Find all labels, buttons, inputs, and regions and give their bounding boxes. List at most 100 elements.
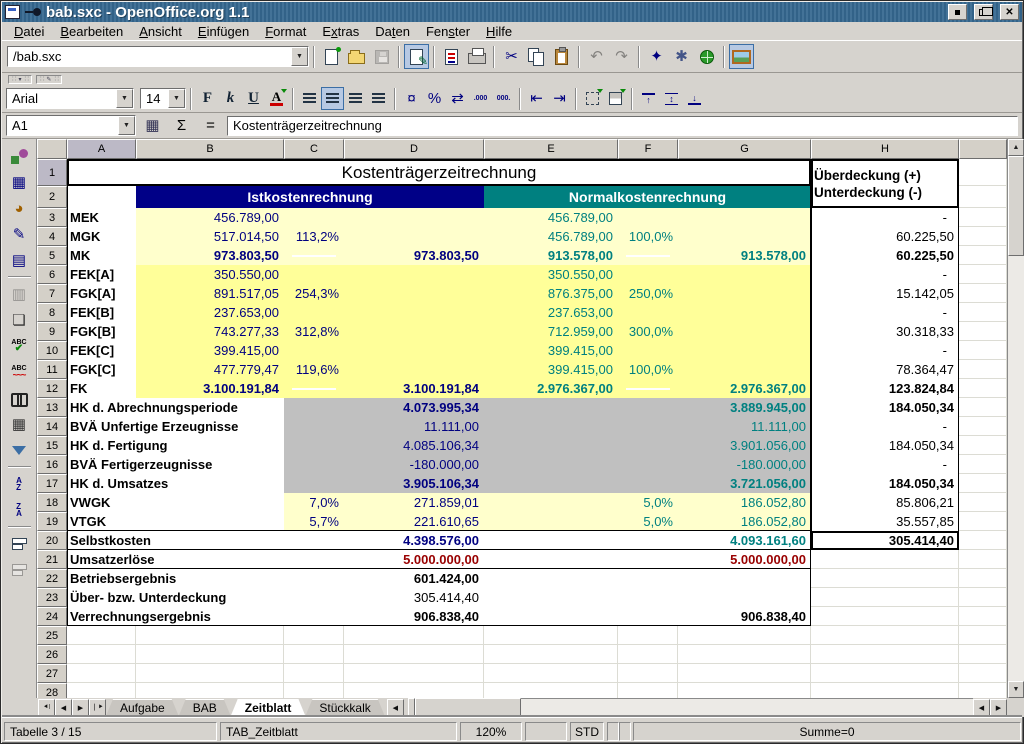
function-wizard-button[interactable]: ▦ bbox=[140, 113, 165, 138]
cell-G8[interactable] bbox=[678, 303, 811, 322]
next-sheet-button[interactable]: ▶ bbox=[72, 699, 89, 716]
cell-I26[interactable] bbox=[959, 645, 1007, 664]
font-color-button-button[interactable]: A bbox=[265, 87, 288, 110]
cell-D23[interactable]: 305.414,40 bbox=[344, 588, 484, 607]
cell-I28[interactable] bbox=[959, 683, 1007, 698]
cell-A12[interactable]: FK bbox=[67, 379, 136, 398]
cell-F28[interactable] bbox=[618, 683, 678, 698]
cell-C19[interactable]: 5,7% bbox=[284, 512, 344, 531]
cell-G12[interactable]: 2.976.367,00 bbox=[678, 379, 811, 398]
cell-D15[interactable]: 4.085.106,34 bbox=[344, 436, 484, 455]
cell-I15[interactable] bbox=[959, 436, 1007, 455]
cell-D7[interactable] bbox=[344, 284, 484, 303]
cell-D17[interactable]: 3.905.106,34 bbox=[344, 474, 484, 493]
row-header-3[interactable]: 3 bbox=[37, 208, 67, 227]
cell-I16[interactable] bbox=[959, 455, 1007, 474]
cell-H11[interactable]: 78.364,47 bbox=[811, 360, 959, 379]
cell-D14[interactable]: 11.111,00 bbox=[344, 417, 484, 436]
cell-D24[interactable]: 906.838,40 bbox=[344, 607, 484, 626]
row-header-18[interactable]: 18 bbox=[37, 493, 67, 512]
column-header-G[interactable]: G bbox=[678, 139, 811, 159]
chevron-down-icon[interactable]: ▼ bbox=[116, 89, 133, 108]
navigator-button[interactable]: ✦ bbox=[644, 44, 669, 69]
insert-chart-button[interactable]: ◕ bbox=[6, 195, 33, 221]
cell-G4[interactable] bbox=[678, 227, 811, 246]
column-header-C[interactable]: C bbox=[284, 139, 344, 159]
cell-D26[interactable] bbox=[344, 645, 484, 664]
menu-item-ansicht[interactable]: Ansicht bbox=[131, 22, 190, 41]
cell-C23[interactable] bbox=[284, 588, 344, 607]
row-header-20[interactable]: 20 bbox=[37, 531, 67, 550]
cell-F3[interactable] bbox=[618, 208, 678, 227]
cell-D25[interactable] bbox=[344, 626, 484, 645]
menu-item-format[interactable]: Format bbox=[257, 22, 314, 41]
cell-A25[interactable] bbox=[67, 626, 136, 645]
cell-I3[interactable] bbox=[959, 208, 1007, 227]
cell-E12[interactable]: 2.976.367,00 bbox=[484, 379, 618, 398]
cell-H1[interactable]: Überdeckung (+)Unterdeckung (-) bbox=[811, 159, 959, 208]
cell-reference-value[interactable]: A1 bbox=[7, 118, 118, 133]
cell-A20[interactable]: Selbstkosten bbox=[67, 531, 284, 550]
cell-D6[interactable] bbox=[344, 265, 484, 284]
cell-A9[interactable]: FGK[B] bbox=[67, 322, 136, 341]
cell-D8[interactable] bbox=[344, 303, 484, 322]
cell-H26[interactable] bbox=[811, 645, 959, 664]
row-header-17[interactable]: 17 bbox=[37, 474, 67, 493]
cell-F12[interactable] bbox=[618, 379, 678, 398]
cell-H27[interactable] bbox=[811, 664, 959, 683]
cell-I21[interactable] bbox=[959, 550, 1007, 569]
cell-A3[interactable]: MEK bbox=[67, 208, 136, 227]
cell-B12[interactable]: 3.100.191,84 bbox=[136, 379, 284, 398]
restore-button[interactable] bbox=[974, 4, 993, 20]
cell-F10[interactable] bbox=[618, 341, 678, 360]
cell-H7[interactable]: 15.142,05 bbox=[811, 284, 959, 303]
cell-A1[interactable]: Kostenträgerzeitrechnung bbox=[67, 159, 811, 186]
edit-file-button[interactable]: ✎ bbox=[404, 44, 429, 69]
row-header-15[interactable]: 15 bbox=[37, 436, 67, 455]
sort-descending-button[interactable]: Z A bbox=[6, 497, 33, 523]
row-header-22[interactable]: 22 bbox=[37, 569, 67, 588]
cell-D9[interactable] bbox=[344, 322, 484, 341]
draw-functions-button[interactable]: ✎ bbox=[6, 221, 33, 247]
column-header-F[interactable]: F bbox=[618, 139, 678, 159]
cell-A10[interactable]: FEK[C] bbox=[67, 341, 136, 360]
font-name-value[interactable]: Arial bbox=[7, 91, 116, 106]
row-header-10[interactable]: 10 bbox=[37, 341, 67, 360]
cell-H16[interactable]: - bbox=[811, 455, 959, 474]
delete-decimal-button-button[interactable]: 000. bbox=[492, 87, 515, 110]
autospellcheck-button[interactable]: ABC~~~ bbox=[6, 359, 33, 385]
url-combo-value[interactable]: /bab.sxc bbox=[8, 49, 291, 64]
spellcheck-button[interactable]: ABC✔ bbox=[6, 333, 33, 359]
cell-F21[interactable] bbox=[618, 550, 678, 569]
cell-F20[interactable] bbox=[618, 531, 678, 550]
cell-H5[interactable]: 60.225,50 bbox=[811, 246, 959, 265]
close-button[interactable]: ✕ bbox=[1000, 4, 1019, 20]
cell-E11[interactable]: 399.415,00 bbox=[484, 360, 618, 379]
row-header-6[interactable]: 6 bbox=[37, 265, 67, 284]
cell-F8[interactable] bbox=[618, 303, 678, 322]
cell-C4[interactable]: 113,2% bbox=[284, 227, 344, 246]
cell-B10[interactable]: 399.415,00 bbox=[136, 341, 284, 360]
cell-D5[interactable]: 973.803,50 bbox=[344, 246, 484, 265]
print-button[interactable] bbox=[464, 44, 489, 69]
cell-G11[interactable] bbox=[678, 360, 811, 379]
cell-E13[interactable] bbox=[484, 398, 618, 417]
row-header-4[interactable]: 4 bbox=[37, 227, 67, 246]
row-header-21[interactable]: 21 bbox=[37, 550, 67, 569]
cell-H15[interactable]: 184.050,34 bbox=[811, 436, 959, 455]
cell-A16[interactable]: BVÄ Fertigerzeugnisse bbox=[67, 455, 284, 474]
align-middle-button-button[interactable]: ↕ bbox=[660, 87, 683, 110]
cell-C5[interactable] bbox=[284, 246, 344, 265]
insert-cells-button[interactable]: ▦ bbox=[6, 169, 33, 195]
cell-A2[interactable] bbox=[67, 186, 136, 208]
status-mode[interactable]: STD bbox=[570, 722, 604, 741]
cell-C13[interactable] bbox=[284, 398, 344, 417]
cell-G19[interactable]: 186.052,80 bbox=[678, 512, 811, 531]
cell-H14[interactable]: - bbox=[811, 417, 959, 436]
cell-A8[interactable]: FEK[B] bbox=[67, 303, 136, 322]
menu-item-daten[interactable]: Daten bbox=[367, 22, 418, 41]
cell-G15[interactable]: 3.901.056,00 bbox=[678, 436, 811, 455]
cell-F13[interactable] bbox=[618, 398, 678, 417]
cell-C7[interactable]: 254,3% bbox=[284, 284, 344, 303]
tab-splitter-handle[interactable] bbox=[408, 698, 415, 717]
